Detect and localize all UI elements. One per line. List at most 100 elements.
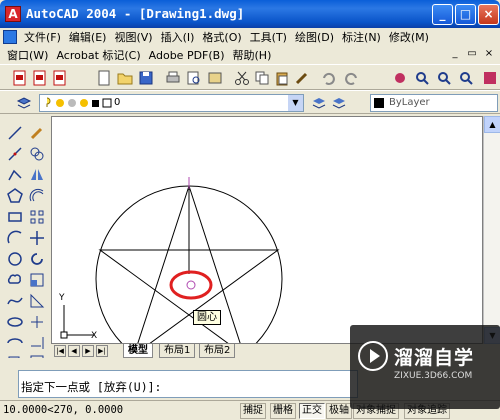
revision-cloud-icon[interactable] [6,271,24,289]
scale-icon[interactable] [28,271,46,289]
center-snap-marker [186,280,196,290]
ellipse-icon[interactable] [6,313,24,331]
print-icon[interactable] [165,70,181,86]
cut-icon[interactable] [234,70,250,86]
maximize-button[interactable]: □ [455,4,476,25]
copy-object-icon[interactable] [28,145,46,163]
open-folder-icon[interactable] [117,70,133,86]
stretch-icon[interactable] [28,292,46,310]
polar-toggle[interactable]: 极轴 [326,403,352,419]
tab-next-icon[interactable]: ▶ [82,345,94,357]
menu-modify[interactable]: 修改(M) [385,29,433,45]
arc-icon[interactable] [6,229,24,247]
layers-toolbar: 0 ▼ ByLayer [0,90,500,114]
standard-toolbar [0,64,500,90]
pan-icon[interactable] [392,70,408,86]
menu-tools[interactable]: 工具(T) [246,29,291,45]
chevron-down-icon[interactable]: ▼ [288,95,303,111]
pdf-icon[interactable] [12,70,28,86]
extend-icon[interactable] [28,334,46,352]
command-input[interactable]: 指定下一点或 [放弃(U)]: [18,370,358,398]
ortho-toggle[interactable]: 正交 [299,403,325,419]
draw-modify-toolbars [0,114,50,367]
menu-draw[interactable]: 绘图(D) [291,29,338,45]
title-bar: A AutoCAD 2004 - [Drawing1.dwg] _ □ × [0,0,500,28]
match-properties-icon[interactable] [294,70,310,86]
menu-dimension[interactable]: 标注(N) [338,29,385,45]
zoom-realtime-icon[interactable] [414,70,430,86]
undo-icon[interactable] [320,70,336,86]
tab-layout2[interactable]: 布局2 [199,344,236,358]
coordinate-readout: 10.0000<270, 0.0000 [3,404,124,416]
menu-acrobat[interactable]: Acrobat 标记(C) [52,47,144,63]
erase-icon[interactable] [28,124,46,142]
watermark-name: 溜溜自学 [394,347,475,369]
command-prompt: 指定下一点或 [放弃(U)]: [21,380,162,394]
doc-minimize-button[interactable]: _ [448,47,462,61]
line-icon[interactable] [6,124,24,142]
tab-last-icon[interactable]: ▶| [96,345,108,357]
snap-toggle[interactable]: 捕捉 [240,403,266,419]
layer-state-icons [46,97,112,108]
array-icon[interactable] [28,208,46,226]
zoom-previous-icon[interactable] [458,70,474,86]
color-dropdown[interactable]: ByLayer [370,94,498,112]
zoom-window-icon[interactable] [436,70,452,86]
pdf-email-icon[interactable] [32,70,48,86]
paste-icon[interactable] [274,70,290,86]
plot-preview-icon[interactable] [186,70,202,86]
layer-previous-icon[interactable] [331,95,347,111]
mirror-icon[interactable] [28,166,46,184]
current-layer-name: 0 [114,97,121,108]
menu-insert[interactable]: 插入(I) [157,29,199,45]
tab-first-icon[interactable]: |◀ [54,345,66,357]
menu-window[interactable]: 窗口(W) [3,47,52,63]
publish-icon[interactable] [207,70,223,86]
offset-icon[interactable] [28,187,46,205]
move-icon[interactable] [28,229,46,247]
layer-manager-icon[interactable] [16,95,32,111]
doc-restore-button[interactable]: ▭ [465,47,479,61]
menu-view[interactable]: 视图(V) [110,29,156,45]
ellipse-arc-icon[interactable] [6,334,24,352]
redo-icon[interactable] [344,70,360,86]
tab-model[interactable]: 模型 [123,344,153,358]
document-icon[interactable] [3,30,17,44]
autocad-icon[interactable]: A [5,6,21,22]
polygon-icon[interactable] [6,187,24,205]
minimize-button[interactable]: _ [432,4,453,25]
new-file-icon[interactable] [96,70,112,86]
vertical-scrollbar[interactable]: ▲ ▼ [483,116,500,344]
save-icon[interactable] [138,70,154,86]
spline-icon[interactable] [6,292,24,310]
trim-icon[interactable] [28,313,46,331]
watermark-url: ZIXUE.3D66.COM [394,371,473,381]
tab-prev-icon[interactable]: ◀ [68,345,80,357]
drawing-area[interactable]: Y X [51,116,483,344]
layer-dropdown[interactable]: 0 ▼ [39,94,304,112]
close-button[interactable]: × [478,4,499,25]
grid-toggle[interactable]: 栅格 [270,403,296,419]
make-layer-current-icon[interactable] [311,95,327,111]
polyline-icon[interactable] [6,166,24,184]
ucs-y-label: Y [59,293,65,303]
copy-icon[interactable] [254,70,270,86]
menu-edit[interactable]: 编辑(E) [65,29,111,45]
circle-icon[interactable] [6,250,24,268]
rectangle-icon[interactable] [6,208,24,226]
menu-bar: 文件(F) 编辑(E) 视图(V) 插入(I) 格式(O) 工具(T) 绘图(D… [0,28,500,64]
color-swatch [374,98,384,108]
center-highlight-circle [169,270,213,300]
menu-help[interactable]: 帮助(H) [229,47,276,63]
pdf-review-icon[interactable] [52,70,68,86]
rotate-icon[interactable] [28,250,46,268]
window-title: AutoCAD 2004 - [Drawing1.dwg] [26,6,245,21]
tab-layout1[interactable]: 布局1 [159,344,196,358]
doc-close-button[interactable]: × [482,47,496,61]
menu-adobe-pdf[interactable]: Adobe PDF(B) [145,49,229,62]
menu-file[interactable]: 文件(F) [20,29,65,45]
properties-icon[interactable] [482,70,498,86]
scroll-up-icon[interactable]: ▲ [484,116,500,133]
menu-format[interactable]: 格式(O) [198,29,245,45]
construction-line-icon[interactable] [6,145,24,163]
